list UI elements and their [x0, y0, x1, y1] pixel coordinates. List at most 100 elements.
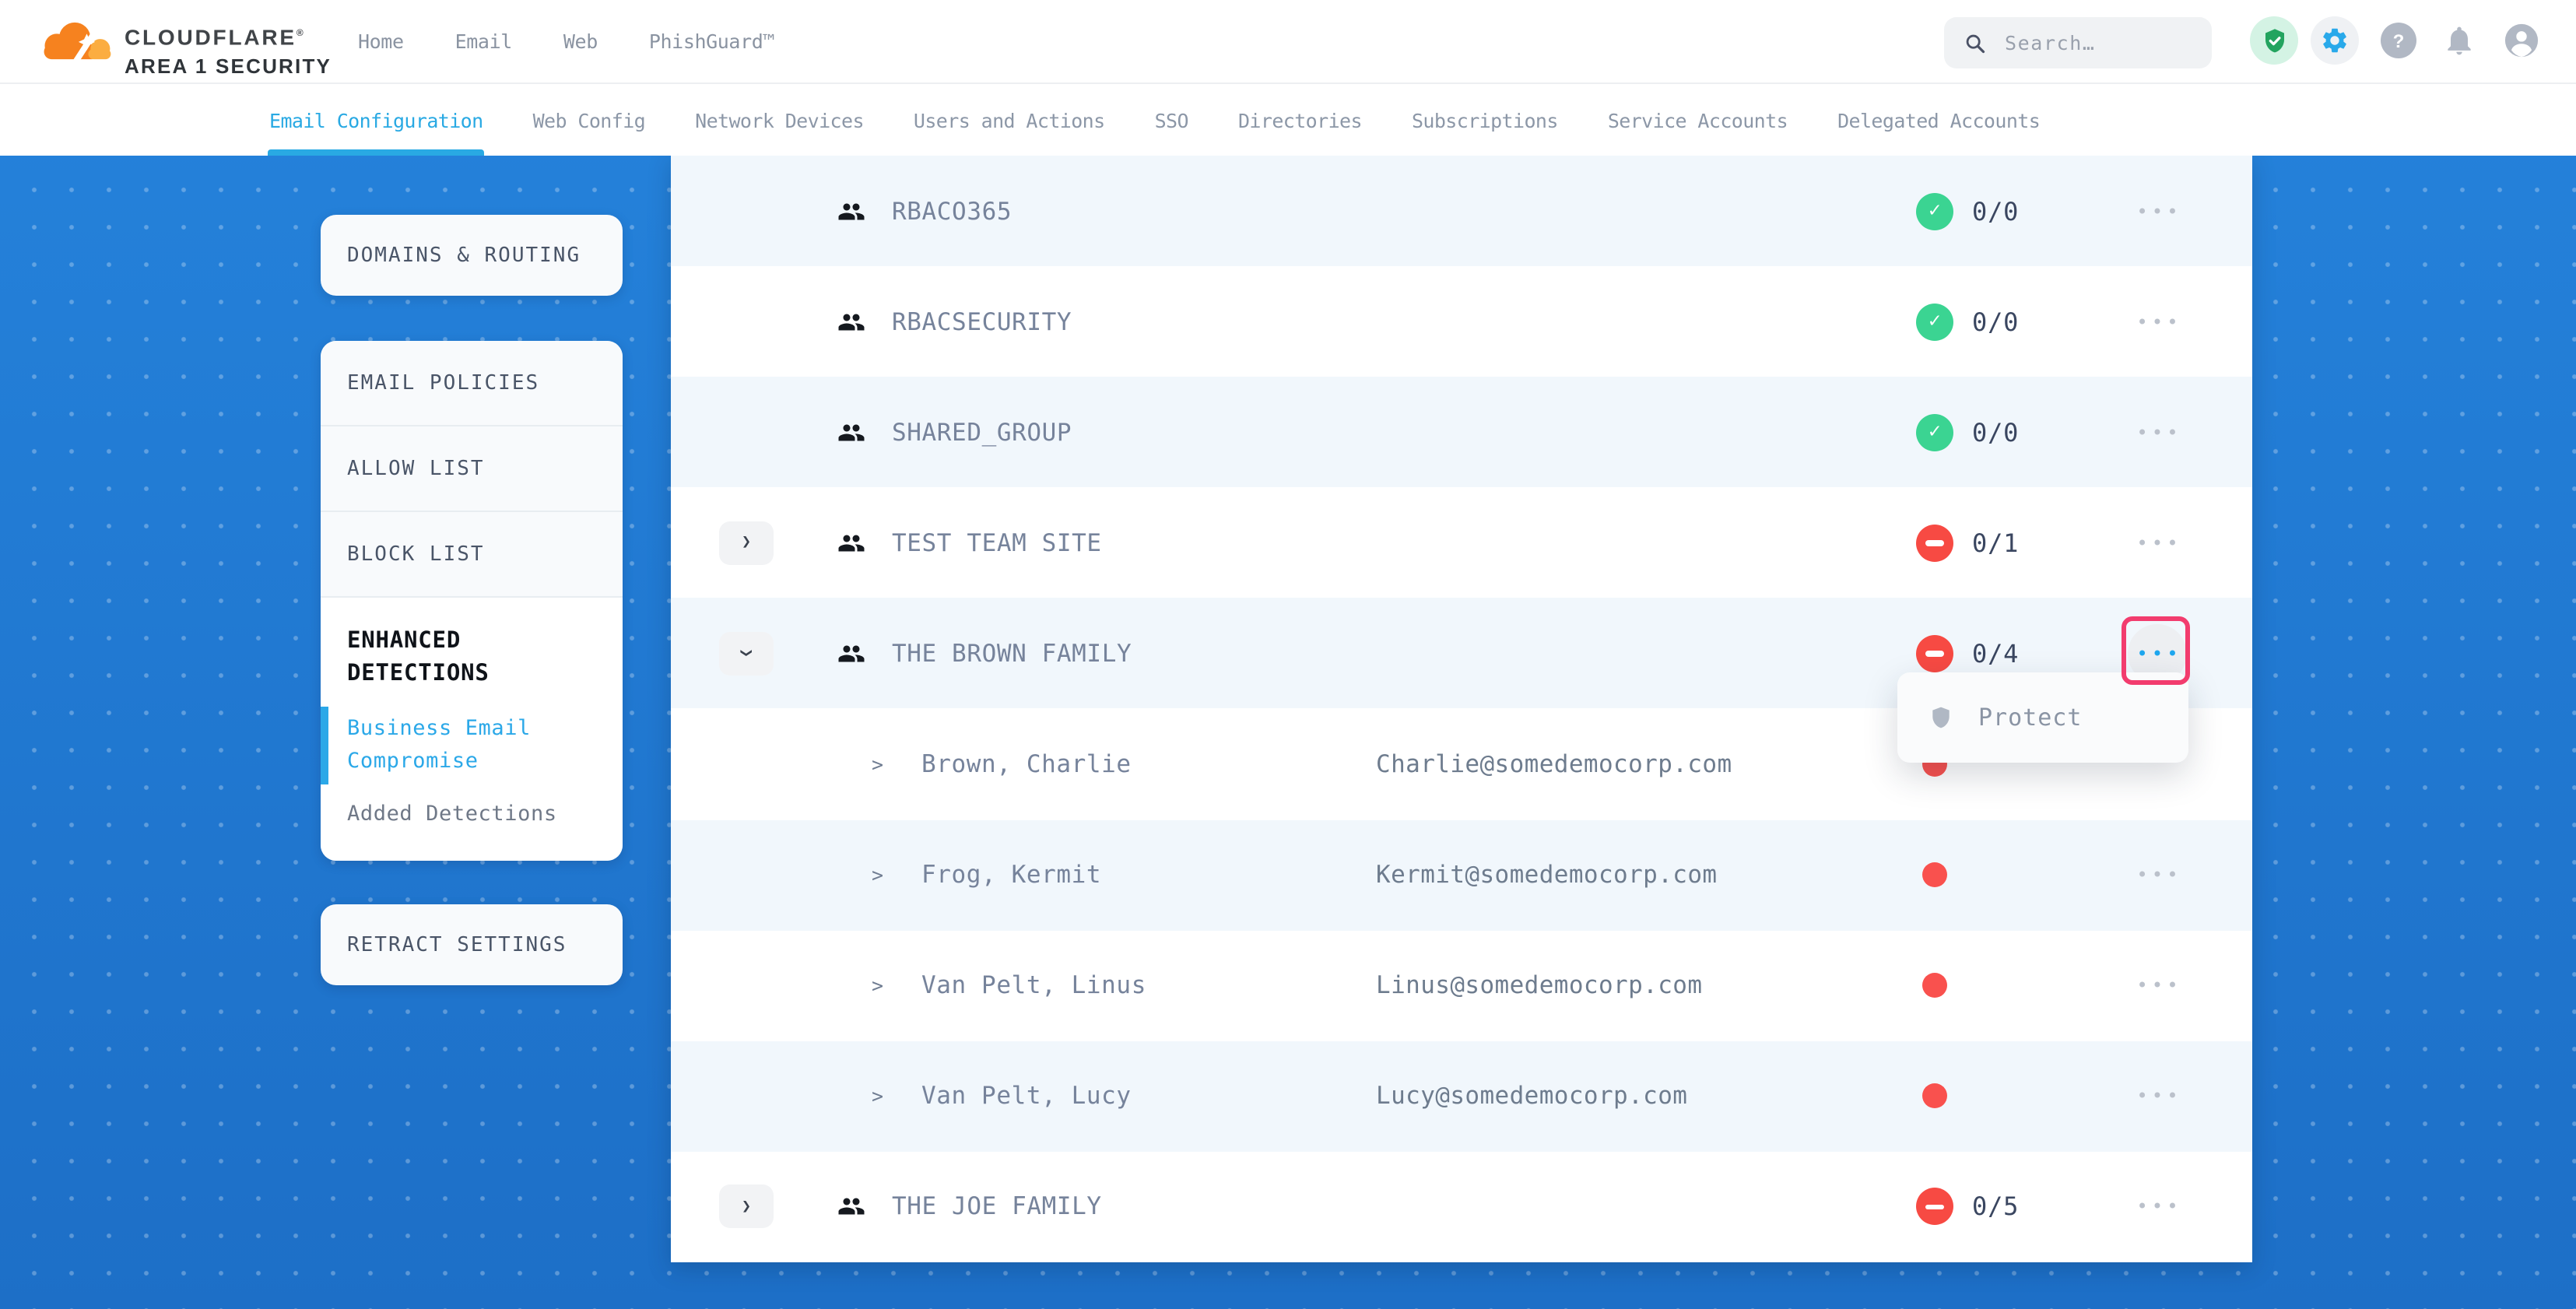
nav-item-email[interactable]: Email: [455, 30, 512, 53]
row-menu-button[interactable]: •••: [2128, 845, 2187, 904]
group-icon: [837, 307, 865, 335]
sidebar-item-retract-settings[interactable]: RETRACT SETTINGS: [321, 904, 623, 985]
sidebar-item-block-list[interactable]: BLOCK LIST: [321, 512, 623, 598]
sidebar-item-label: DOMAINS & ROUTING: [347, 244, 581, 267]
row-name: TEST TEAM SITE: [892, 529, 1102, 557]
ellipsis-icon: •••: [2132, 532, 2181, 554]
status-count: 0/5: [1972, 1192, 2019, 1222]
bell-icon[interactable]: [2441, 22, 2478, 59]
ellipsis-icon: •••: [2132, 1086, 2181, 1107]
row-menu-button[interactable]: •••: [2128, 292, 2187, 351]
ellipsis-icon: •••: [2132, 421, 2181, 443]
row-name: THE JOE FAMILY: [892, 1193, 1102, 1221]
tab-users-and-actions[interactable]: Users and Actions: [914, 84, 1105, 156]
menu-item-protect[interactable]: Protect: [1978, 704, 2082, 732]
ellipsis-icon: •••: [2132, 974, 2181, 996]
app-window: CLOUDFLARE® AREA 1 SECURITY Home Email Web…: [0, 0, 2576, 1309]
shield-check-icon[interactable]: [2250, 16, 2298, 65]
minus-icon: [1925, 1204, 1944, 1209]
row-menu-button[interactable]: •••: [2128, 514, 2187, 573]
tab-service-accounts[interactable]: Service Accounts: [1608, 84, 1788, 156]
active-indicator-bar: [321, 707, 328, 784]
expand-button[interactable]: ❯: [719, 521, 774, 565]
row-name: THE BROWN FAMILY: [892, 640, 1132, 668]
status-badge: [1916, 1188, 1953, 1226]
question-glyph: ?: [2393, 30, 2405, 51]
tab-network-devices[interactable]: Network Devices: [695, 84, 864, 156]
row-name: Van Pelt, Linus: [921, 971, 1146, 999]
table-row: RBACO365 ✓ 0/0 •••: [671, 156, 2252, 266]
sidebar-link-label: Added Detections: [347, 802, 557, 826]
ellipsis-icon: •••: [2132, 643, 2181, 665]
status-badge: ✓: [1916, 413, 1953, 451]
sidebar-link-business-email-compromise[interactable]: Business Email Compromise: [347, 713, 549, 778]
row-email: Linus@somedemocorp.com: [1376, 971, 1702, 999]
shield-icon: [1928, 705, 1953, 730]
table-row: > Van Pelt, Linus Linus@somedemocorp.com…: [671, 930, 2252, 1041]
sidebar-item-domains-routing[interactable]: DOMAINS & ROUTING: [321, 215, 623, 296]
status-count: 0/4: [1972, 639, 2019, 669]
search-icon: [1964, 32, 1986, 54]
group-icon: [837, 1193, 865, 1221]
nav-item-web[interactable]: Web: [563, 30, 598, 53]
user-icon[interactable]: [2504, 23, 2539, 58]
check-icon: ✓: [1928, 310, 1941, 333]
top-nav: Home Email Web PhishGuard™: [358, 0, 774, 82]
sidebar-section-title: ENHANCED DETECTIONS: [347, 626, 581, 691]
check-icon: ✓: [1928, 199, 1941, 223]
tab-email-configuration[interactable]: Email Configuration: [269, 84, 483, 156]
tab-delegated-accounts[interactable]: Delegated Accounts: [1837, 84, 2040, 156]
sidebar-link-label: Business Email Compromise: [347, 716, 531, 774]
group-icon: [837, 197, 865, 225]
search-input[interactable]: [2002, 30, 2195, 56]
status-count: 0/0: [1972, 196, 2019, 226]
expand-button[interactable]: ❯: [719, 1185, 774, 1229]
table-row: > Van Pelt, Lucy Lucy@somedemocorp.com •…: [671, 1041, 2252, 1152]
table-row: ❯ THE JOE FAMILY 0/5 •••: [671, 1152, 2252, 1262]
row-menu-button[interactable]: •••: [2128, 402, 2187, 461]
row-menu-button[interactable]: •••: [2128, 1177, 2187, 1237]
gear-icon[interactable]: [2311, 16, 2359, 65]
row-menu-button[interactable]: •••: [2128, 956, 2187, 1015]
sidebar-section-enhanced-detections: ENHANCED DETECTIONS Business Email Compr…: [321, 598, 623, 861]
member-chevron-icon: >: [872, 753, 883, 776]
status-count: 0/0: [1972, 417, 2019, 447]
table-row: RBACSECURITY ✓ 0/0 •••: [671, 266, 2252, 377]
member-chevron-icon: >: [872, 974, 883, 997]
cloudflare-cloud-icon: [34, 6, 118, 75]
registered-mark: ®: [297, 30, 304, 39]
header: CLOUDFLARE® AREA 1 SECURITY Home Email Web…: [0, 0, 2576, 84]
row-context-menu: Protect: [1897, 672, 2188, 763]
status-badge: ✓: [1916, 192, 1953, 230]
row-email: Kermit@somedemocorp.com: [1376, 861, 1717, 889]
nav-item-home[interactable]: Home: [358, 30, 404, 53]
ellipsis-icon: •••: [2132, 864, 2181, 886]
tab-directories[interactable]: Directories: [1238, 84, 1362, 156]
tab-subscriptions[interactable]: Subscriptions: [1412, 84, 1558, 156]
tab-web-config[interactable]: Web Config: [533, 84, 646, 156]
status-badge: ✓: [1916, 303, 1953, 340]
help-icon[interactable]: ?: [2381, 23, 2416, 58]
search-box[interactable]: [1944, 17, 2212, 68]
table-row: ❯ TEST TEAM SITE 0/1 •••: [671, 488, 2252, 598]
status-badge: [1916, 635, 1953, 672]
row-menu-button[interactable]: •••: [2128, 181, 2187, 240]
tab-sso[interactable]: SSO: [1155, 84, 1188, 156]
table-row: > Frog, Kermit Kermit@somedemocorp.com •…: [671, 819, 2252, 930]
sidebar-list: EMAIL POLICIESALLOW LISTBLOCK LIST: [321, 341, 623, 598]
chevron-icon: ❯: [742, 1198, 751, 1216]
nav-item-phishguard[interactable]: PhishGuard™: [649, 30, 774, 53]
member-chevron-icon: >: [872, 863, 883, 886]
status-dot: [1922, 862, 1947, 887]
row-menu-button[interactable]: •••: [2128, 1067, 2187, 1126]
sidebar-link-added-detections[interactable]: Added Detections: [347, 798, 601, 831]
status-badge: [1916, 525, 1953, 562]
row-name: Frog, Kermit: [921, 861, 1101, 889]
sidebar-item-allow-list[interactable]: ALLOW LIST: [321, 426, 623, 512]
chevron-icon: ❯: [738, 649, 755, 658]
cloudflare-logo[interactable]: CLOUDFLARE® AREA 1 SECURITY: [34, 6, 332, 75]
sidebar-item-label: RETRACT SETTINGS: [347, 933, 567, 956]
sidebar-item-email-policies[interactable]: EMAIL POLICIES: [321, 341, 623, 426]
expand-button[interactable]: ❯: [719, 632, 774, 676]
status-dot: [1922, 1084, 1947, 1109]
